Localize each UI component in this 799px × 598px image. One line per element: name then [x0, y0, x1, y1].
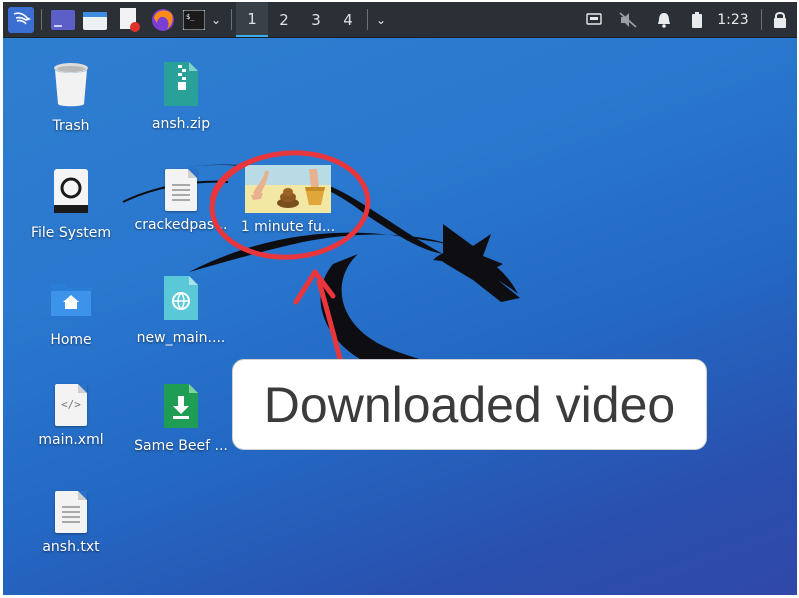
firefox-icon[interactable] [149, 2, 177, 37]
desktop-switch-2[interactable]: 2 [268, 2, 300, 37]
bell-icon[interactable] [653, 2, 675, 37]
desktop-icon-main-xml[interactable]: </> main.xml [21, 384, 121, 448]
video-thumbnail-icon [245, 165, 331, 213]
lock-icon[interactable] [769, 2, 791, 37]
text-file-icon [165, 169, 197, 211]
icon-label: new_main.... [136, 330, 226, 346]
desktop-icon-ansh-zip[interactable]: ansh.zip [131, 62, 231, 132]
desktop-screen: $_ ⌄ 1 2 3 4 ⌄ 1:23 Trash File System Ho… [3, 2, 797, 595]
desktop-icon-crackedpas[interactable]: crackedpas... [131, 169, 231, 233]
taskbar-separator [231, 9, 232, 30]
icon-label: Trash [52, 118, 90, 134]
taskbar: $_ ⌄ 1 2 3 4 ⌄ 1:23 [3, 2, 797, 38]
desktop-icon-file-system[interactable]: File System [21, 169, 121, 241]
desktop-icon-home[interactable]: Home [21, 280, 121, 348]
svg-text:$_: $_ [186, 13, 195, 21]
desktop-switch-3[interactable]: 3 [300, 2, 332, 37]
callout-text: Downloaded video [263, 376, 676, 433]
taskbar-separator [41, 9, 42, 30]
chevron-down-icon[interactable]: ⌄ [373, 2, 389, 37]
xml-file-icon: </> [55, 384, 87, 426]
html-file-icon [164, 276, 198, 320]
trash-icon [54, 63, 88, 107]
icon-label: Home [50, 332, 92, 348]
desktop-switch-4[interactable]: 4 [332, 2, 364, 37]
zip-archive-icon [164, 62, 198, 106]
desktop-switch-1[interactable]: 1 [236, 2, 268, 37]
icon-label: ansh.txt [42, 539, 100, 555]
terminal-preview-icon[interactable] [49, 2, 77, 37]
text-file-icon [55, 491, 87, 533]
annotation-callout: Downloaded video [232, 359, 707, 450]
kali-menu-icon[interactable] [7, 2, 35, 37]
network-icon[interactable] [583, 2, 605, 37]
terminal-icon[interactable]: $_ [181, 2, 207, 37]
chevron-down-icon[interactable]: ⌄ [209, 2, 223, 37]
installer-file-icon [164, 384, 198, 428]
desktop-icon-trash[interactable]: Trash [21, 62, 121, 134]
desktop-icon-ansh-txt[interactable]: ansh.txt [21, 491, 121, 555]
battery-icon[interactable] [687, 2, 707, 37]
icon-label: File System [30, 225, 112, 241]
desktop-icon-new-main[interactable]: new_main.... [131, 276, 231, 346]
text-editor-icon[interactable] [115, 2, 143, 37]
desktop-icon-video[interactable]: 1 minute fu... [239, 165, 337, 235]
desktop-icon-same-beef[interactable]: Same Beef ... [131, 384, 231, 454]
taskbar-separator [367, 9, 368, 30]
icon-label: 1 minute fu... [240, 219, 336, 235]
icon-label: crackedpas... [134, 217, 228, 233]
drive-icon [54, 169, 88, 213]
file-manager-icon[interactable] [81, 2, 109, 37]
icon-label: Same Beef ... [134, 438, 228, 454]
taskbar-separator [761, 9, 762, 30]
icon-label: main.xml [38, 432, 104, 448]
home-folder-icon [51, 284, 91, 316]
icon-label: ansh.zip [151, 116, 211, 132]
kali-dragon-wallpaper [122, 164, 520, 400]
muted-speaker-icon[interactable] [617, 2, 639, 37]
clock[interactable]: 1:23 [715, 2, 751, 37]
